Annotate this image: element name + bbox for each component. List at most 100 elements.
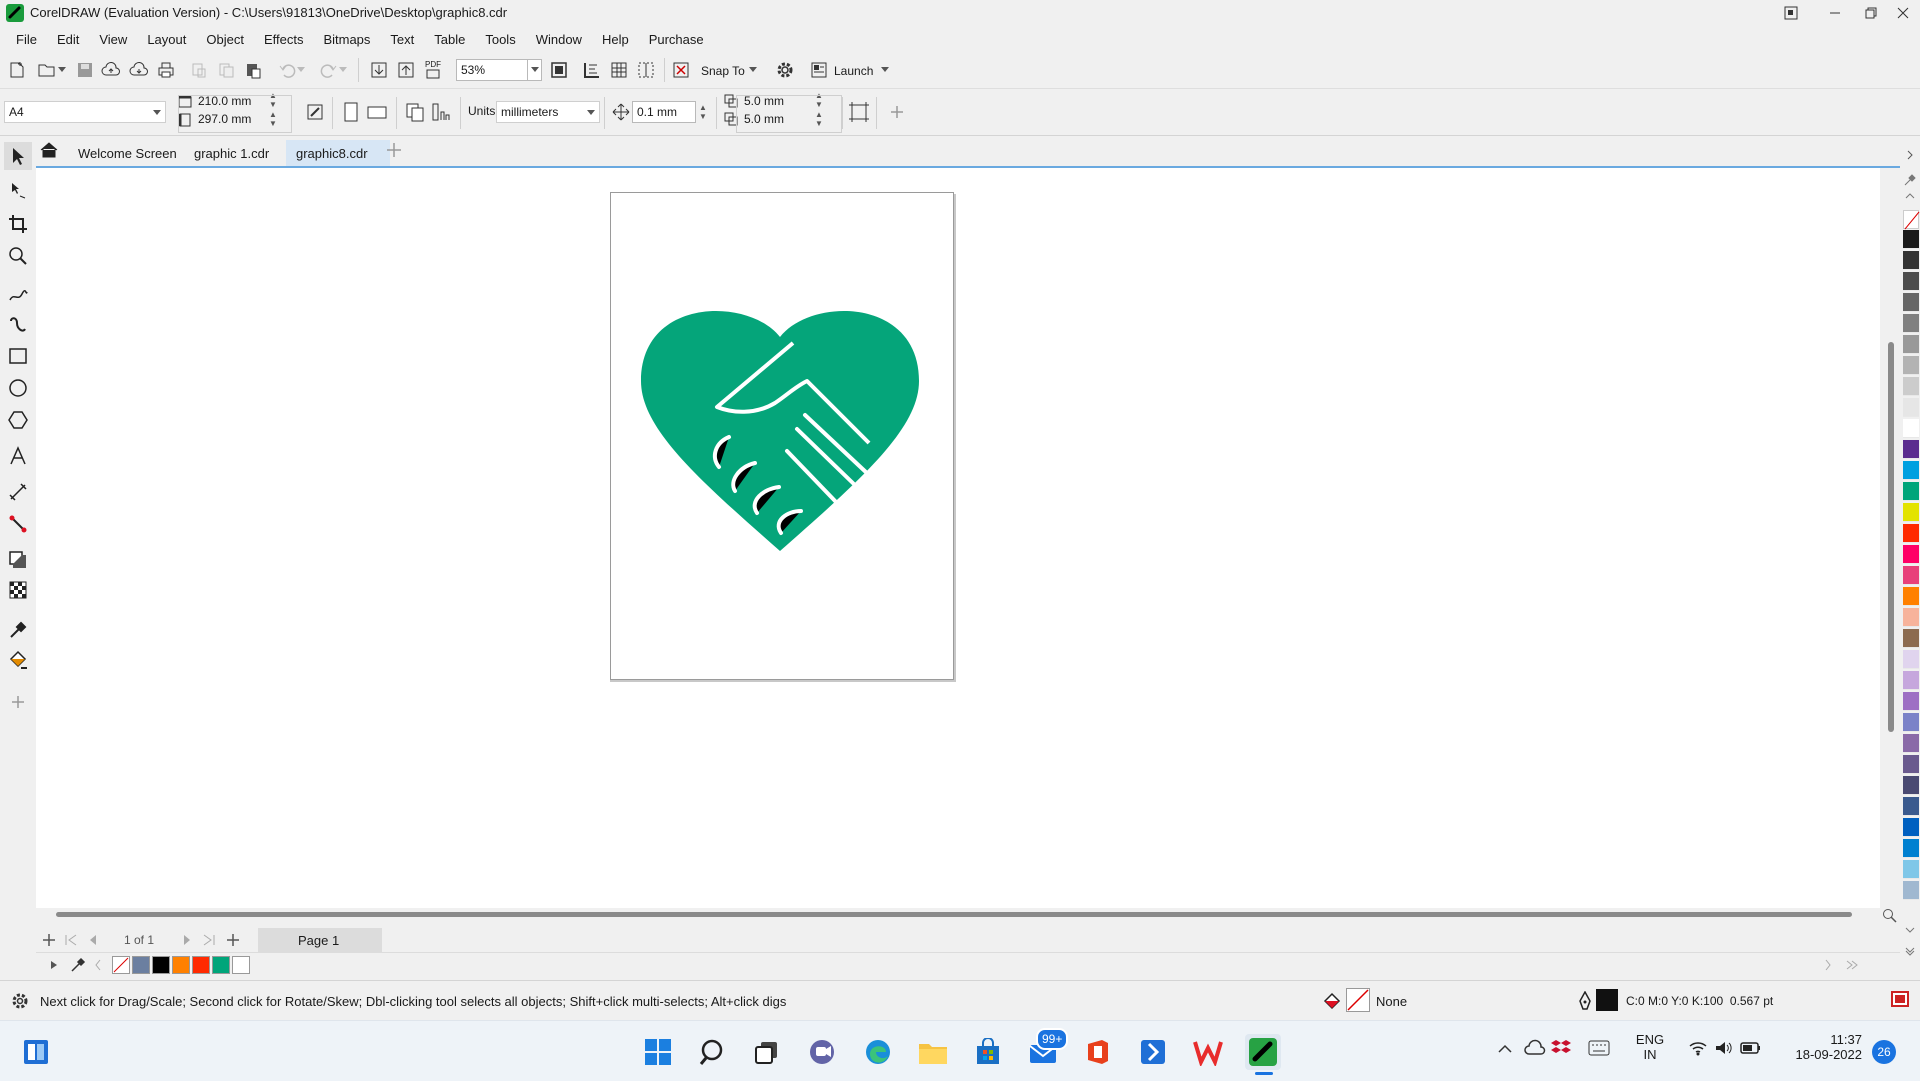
menu-tools[interactable]: Tools [475, 32, 525, 47]
touch-keyboard-icon[interactable] [1588, 1040, 1610, 1056]
next-page-icon[interactable] [180, 933, 194, 947]
palette-swatch[interactable] [1903, 692, 1919, 711]
current-page-icon[interactable] [428, 99, 454, 125]
new-tab-icon[interactable] [386, 142, 402, 158]
task-view-icon[interactable] [749, 1034, 785, 1070]
parallel-dimension-tool-icon[interactable] [4, 478, 32, 506]
cloud-sync-icon[interactable] [126, 57, 152, 83]
document-palette-eyedropper-icon[interactable] [70, 957, 86, 973]
tab-graphic-1[interactable]: graphic 1.cdr [184, 140, 290, 166]
drop-shadow-tool-icon[interactable] [4, 546, 32, 574]
open-dropdown-icon[interactable] [54, 57, 70, 83]
landscape-icon[interactable] [364, 99, 390, 125]
menu-bitmaps[interactable]: Bitmaps [313, 32, 380, 47]
print-icon[interactable] [153, 57, 179, 83]
launch-dropdown-icon[interactable] [876, 57, 894, 83]
polygon-tool-icon[interactable] [4, 406, 32, 434]
launch-icon[interactable] [806, 57, 832, 83]
palette-swatch[interactable] [1903, 440, 1919, 459]
nudge-distance-input[interactable]: 0.1 mm [632, 101, 696, 123]
palette-swatch[interactable] [1903, 587, 1919, 606]
palette-swatch[interactable] [1903, 881, 1919, 900]
publish-pdf-icon[interactable]: PDF [420, 57, 446, 83]
home-icon[interactable] [40, 142, 58, 158]
add-icon[interactable] [884, 99, 910, 125]
palette-scroll-down-icon[interactable] [1905, 926, 1915, 934]
quick-customize-add-icon[interactable] [4, 688, 32, 716]
notification-badge[interactable]: 26 [1872, 1040, 1896, 1064]
menu-help[interactable]: Help [592, 32, 639, 47]
palette-swatch[interactable] [1903, 293, 1919, 312]
horizontal-scrollbar[interactable] [36, 908, 1900, 928]
power-automate-icon[interactable] [1135, 1034, 1171, 1070]
shape-tool-icon[interactable] [4, 176, 32, 204]
status-settings-gear-icon[interactable] [10, 991, 30, 1011]
menu-window[interactable]: Window [526, 32, 592, 47]
previous-page-icon[interactable] [86, 933, 100, 947]
dropbox-icon[interactable] [1550, 1038, 1572, 1058]
add-page-before-icon[interactable] [42, 933, 56, 947]
document-palette-swatch[interactable] [132, 956, 150, 974]
no-color-swatch[interactable] [1903, 210, 1920, 230]
palette-swatch[interactable] [1903, 566, 1919, 585]
document-palette-swatch[interactable] [192, 956, 210, 974]
portrait-icon[interactable] [338, 99, 364, 125]
duplicate-x-spinner[interactable]: ▲ ▼ [812, 90, 826, 110]
full-screen-preview-icon[interactable] [546, 57, 572, 83]
palette-eyedropper-icon[interactable] [1904, 174, 1916, 186]
page-1-tab[interactable]: Page 1 [258, 928, 382, 952]
duplicate-y-input[interactable]: 5.0 mm [740, 109, 812, 128]
paste-icon[interactable] [240, 57, 266, 83]
artistic-media-tool-icon[interactable] [4, 312, 32, 340]
palette-swatch[interactable] [1903, 818, 1919, 837]
horizontal-scroll-thumb[interactable] [56, 912, 1852, 917]
palette-scroll-up-icon[interactable] [1905, 192, 1915, 200]
palette-swatch[interactable] [1903, 524, 1919, 543]
menu-file[interactable]: File [6, 32, 47, 47]
microsoft-store-icon[interactable] [970, 1034, 1006, 1070]
wifi-icon[interactable] [1688, 1040, 1708, 1056]
close-button[interactable] [1880, 0, 1920, 26]
battery-icon[interactable] [1740, 1040, 1762, 1056]
rulers-icon[interactable] [579, 57, 605, 83]
volume-icon[interactable] [1714, 1040, 1734, 1056]
last-page-icon[interactable] [202, 933, 216, 947]
duplicate-y-spinner[interactable]: ▲ ▼ [812, 109, 826, 129]
onedrive-icon[interactable] [1524, 1038, 1546, 1058]
menu-layout[interactable]: Layout [137, 32, 196, 47]
desktop-widget-icon[interactable] [18, 1034, 54, 1070]
menu-text[interactable]: Text [380, 32, 424, 47]
palette-menu-icon[interactable] [1905, 946, 1915, 956]
crop-tool-icon[interactable] [4, 210, 32, 238]
page-height-spinner[interactable]: ▲ ▼ [266, 109, 280, 129]
zoom-level-input[interactable]: 53% [456, 59, 528, 81]
transparency-tool-icon[interactable] [4, 576, 32, 604]
tab-graphic8[interactable]: graphic8.cdr [286, 140, 390, 166]
menu-table[interactable]: Table [424, 32, 475, 47]
palette-swatch[interactable] [1903, 251, 1919, 270]
palette-swatch[interactable] [1903, 629, 1919, 648]
show-hidden-icons-icon[interactable] [1498, 1044, 1512, 1054]
teams-chat-icon[interactable] [804, 1034, 840, 1070]
fill-none-swatch[interactable] [1346, 988, 1370, 1012]
all-pages-icon[interactable] [402, 99, 428, 125]
page-a4[interactable] [610, 192, 954, 680]
interactive-fill-tool-icon[interactable] [4, 646, 32, 674]
drawing-canvas[interactable] [36, 168, 1880, 908]
palette-swatch[interactable] [1903, 377, 1919, 396]
palette-swatch[interactable] [1903, 461, 1919, 480]
palette-swatch[interactable] [1903, 545, 1919, 564]
palette-swatch[interactable] [1903, 671, 1919, 690]
nudge-spinner[interactable]: ▲ ▼ [696, 101, 710, 123]
ellipse-tool-icon[interactable] [4, 374, 32, 402]
palette-swatch[interactable] [1903, 419, 1919, 438]
palette-swatch[interactable] [1903, 713, 1919, 732]
page-width-spinner[interactable]: ▲ ▼ [266, 90, 280, 110]
page-width-input[interactable]: 210.0 mm [194, 91, 266, 110]
import-icon[interactable] [366, 57, 392, 83]
wps-office-icon[interactable] [1190, 1034, 1226, 1070]
palette-swatch[interactable] [1903, 839, 1919, 858]
palette-swatch[interactable] [1903, 356, 1919, 375]
palette-swatch[interactable] [1903, 608, 1919, 627]
edge-browser-icon[interactable] [860, 1034, 896, 1070]
